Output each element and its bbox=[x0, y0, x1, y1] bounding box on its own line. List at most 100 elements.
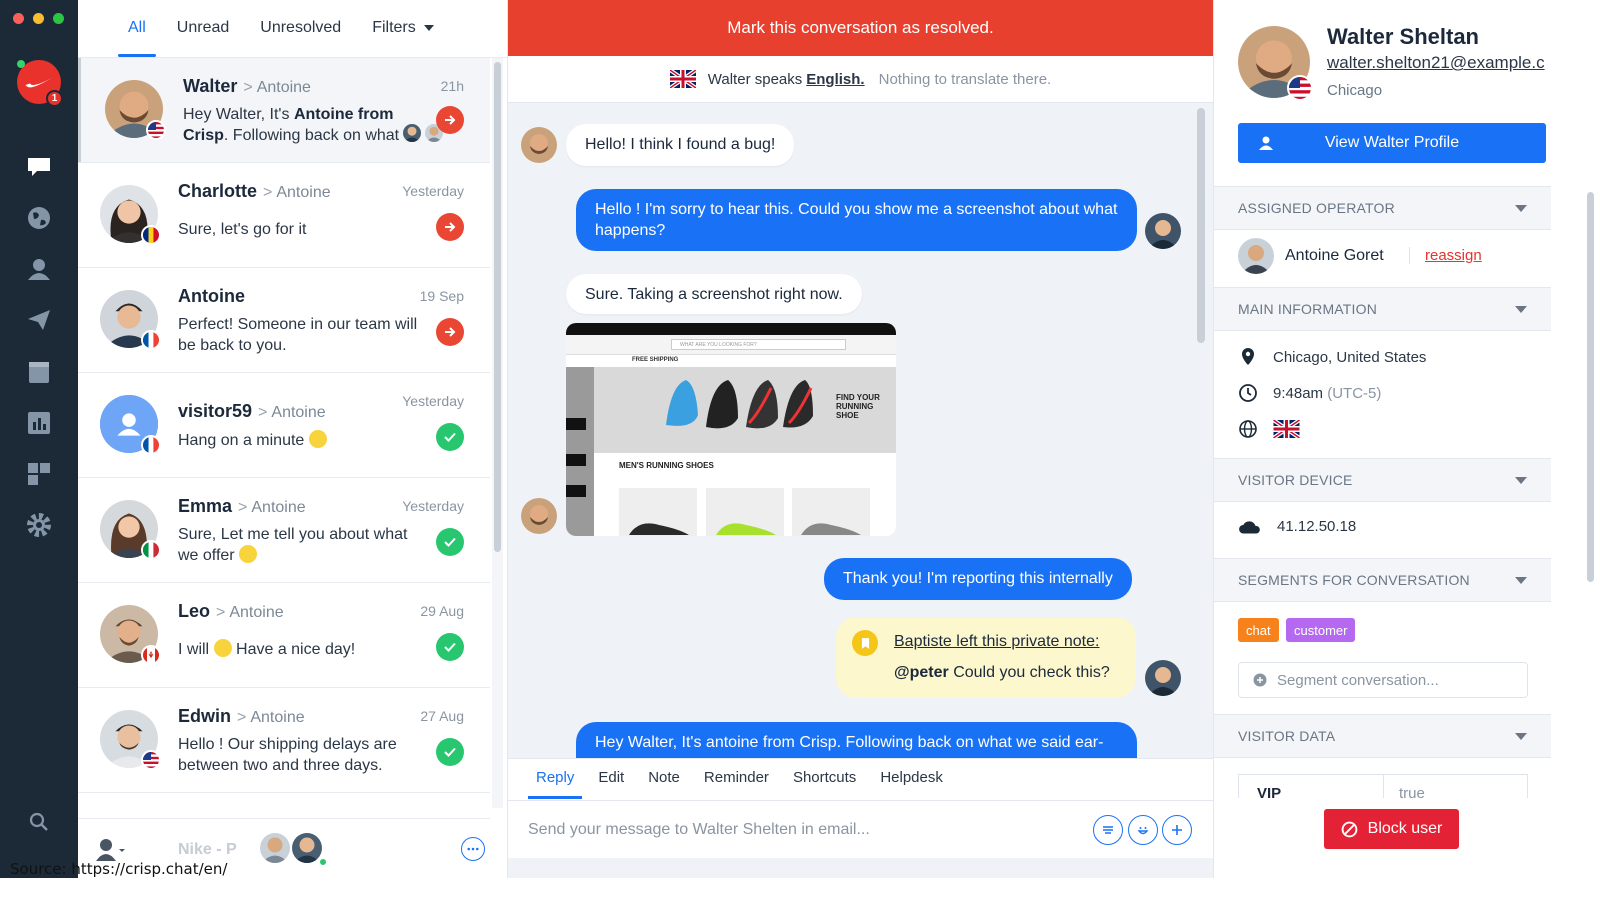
conversation-preview: Perfect! Someone in our team will be bac… bbox=[178, 316, 418, 354]
pending-status-icon[interactable] bbox=[436, 213, 464, 241]
operator-name: Antoine bbox=[271, 404, 326, 421]
conversation-item-antoine[interactable]: Antoine 19 Sep Perfect! Someone in our t… bbox=[78, 268, 490, 373]
availability-toggle-icon[interactable] bbox=[96, 837, 126, 861]
conversation-item-leo[interactable]: Leo > Antoine 29 Aug I will Have a nice da… bbox=[78, 583, 490, 688]
contact-name: visitor59 bbox=[178, 401, 253, 421]
pending-status-icon[interactable] bbox=[436, 106, 464, 134]
chevron-down-icon bbox=[1515, 205, 1527, 212]
conversation-name: visitor59 > Antoine bbox=[178, 401, 326, 421]
resolved-check-icon[interactable] bbox=[436, 633, 464, 661]
view-profile-button[interactable]: View Walter Profile bbox=[1238, 123, 1546, 163]
ip-address: 41.12.50.18 bbox=[1277, 518, 1357, 535]
globe-icon[interactable] bbox=[23, 202, 55, 234]
tab-unresolved[interactable]: Unresolved bbox=[260, 19, 341, 57]
conversation-item-emma[interactable]: Emma > Antoine Yesterday Sure, Let me tell… bbox=[78, 478, 490, 583]
language-link[interactable]: English. bbox=[806, 71, 864, 88]
section-visitor-data[interactable]: VISITOR DATA bbox=[1214, 714, 1551, 758]
tab-unread[interactable]: Unread bbox=[177, 19, 229, 57]
conversation-item-walter[interactable]: Walter > Antoine 21h Hey Walter, It's Anto… bbox=[78, 58, 490, 163]
screenshot-search: WHAT ARE YOU LOOKING FOR? bbox=[671, 339, 846, 350]
profile-scrollbar[interactable] bbox=[1587, 192, 1594, 582]
contact-name: Charlotte bbox=[178, 181, 258, 201]
conversation-name: Leo > Antoine bbox=[178, 601, 284, 621]
profile-email[interactable]: walter.shelton21@example.c bbox=[1327, 53, 1552, 73]
conversation-item-edwin[interactable]: Edwin > Antoine 27 Aug Hello ! Our shippin… bbox=[78, 688, 490, 793]
segment-chip-chat[interactable]: chat bbox=[1238, 618, 1279, 642]
ip-row: 41.12.50.18 bbox=[1238, 518, 1356, 535]
reassign-link[interactable]: reassign bbox=[1409, 247, 1482, 264]
resolve-banner[interactable]: Mark this conversation as resolved. bbox=[508, 0, 1213, 56]
search-icon[interactable] bbox=[23, 806, 55, 838]
section-segments[interactable]: SEGMENTS FOR CONVERSATION bbox=[1214, 558, 1551, 602]
more-options-icon[interactable] bbox=[461, 837, 485, 861]
screenshot-block bbox=[566, 454, 586, 466]
location-row: Chicago, United States bbox=[1238, 347, 1426, 367]
filters-label: Filters bbox=[372, 19, 416, 36]
conversation-item-visitor59[interactable]: visitor59 > Antoine Yesterday Hang on a mi… bbox=[78, 373, 490, 478]
plugins-icon[interactable] bbox=[23, 458, 55, 490]
local-time: 9:48am bbox=[1273, 384, 1324, 402]
preview-text: Hang on a minute bbox=[178, 432, 305, 449]
tab-filters[interactable]: Filters bbox=[372, 19, 434, 57]
settings-gear-icon[interactable] bbox=[23, 509, 55, 541]
conversation-item-charlotte[interactable]: Charlotte > Antoine Yesterday Sure, let's … bbox=[78, 163, 490, 268]
chevron-down-icon bbox=[1515, 577, 1527, 584]
conversation-name: Antoine bbox=[178, 286, 245, 307]
operator-avatar bbox=[258, 831, 292, 865]
segment-input[interactable]: Segment conversation... bbox=[1238, 662, 1528, 698]
assigned-operator-name: Antoine Goret bbox=[1285, 247, 1384, 264]
tab-all[interactable]: All bbox=[118, 19, 156, 57]
window-zoom-button[interactable] bbox=[53, 13, 64, 24]
conversation-name: Charlotte > Antoine bbox=[178, 181, 331, 201]
screenshot-topbar bbox=[566, 323, 896, 335]
note-title[interactable]: Baptiste left this private note: bbox=[894, 631, 1114, 652]
section-title: VISITOR DEVICE bbox=[1238, 472, 1353, 488]
shoes-image bbox=[666, 380, 813, 429]
france-flag-icon bbox=[141, 330, 161, 350]
pending-status-icon[interactable] bbox=[436, 318, 464, 346]
screenshot-sidebar bbox=[566, 367, 594, 536]
private-note: Baptiste left this private note: @peter … bbox=[836, 617, 1136, 698]
unread-badge: 1 bbox=[46, 90, 63, 107]
section-assigned-operator[interactable]: ASSIGNED OPERATOR bbox=[1214, 186, 1551, 230]
operator-name: Antoine bbox=[250, 709, 305, 726]
product-shoes-image bbox=[629, 523, 861, 535]
conversation-time: Yesterday bbox=[402, 183, 464, 199]
conversation-name: Emma > Antoine bbox=[178, 496, 306, 516]
contacts-icon[interactable] bbox=[23, 253, 55, 285]
user-icon bbox=[1259, 136, 1273, 150]
helpdesk-icon[interactable] bbox=[23, 356, 55, 388]
chat-scrollbar[interactable] bbox=[1197, 108, 1205, 343]
note-mention[interactable]: @peter bbox=[894, 664, 949, 681]
visitor-profile-panel: Walter Sheltan walter.shelton21@example.… bbox=[1213, 0, 1600, 878]
list-scrollbar[interactable] bbox=[494, 62, 501, 552]
us-flag-icon bbox=[141, 750, 161, 770]
campaigns-icon[interactable] bbox=[23, 304, 55, 336]
conversation-preview: Sure, Let me tell you about what we offe… bbox=[178, 524, 418, 566]
resolved-check-icon[interactable] bbox=[436, 528, 464, 556]
preview-text: I will bbox=[178, 641, 210, 658]
resolved-check-icon[interactable] bbox=[436, 738, 464, 766]
screenshot-section-title: MEN'S RUNNING SHOES bbox=[619, 461, 714, 470]
section-visitor-device[interactable]: VISITOR DEVICE bbox=[1214, 458, 1551, 502]
screenshot-attachment[interactable]: WHAT ARE YOU LOOKING FOR? FREE SHIPPING … bbox=[566, 323, 896, 536]
chat-icon[interactable] bbox=[23, 150, 55, 182]
smile-emoji-icon bbox=[239, 545, 258, 563]
profile-city: Chicago bbox=[1327, 82, 1383, 99]
message-bubble: Hey Walter, It's antoine from Crisp. Fol… bbox=[576, 722, 1137, 758]
window-minimize-button[interactable] bbox=[33, 13, 44, 24]
conversation-time: 29 Aug bbox=[420, 603, 464, 619]
section-main-information[interactable]: MAIN INFORMATION bbox=[1214, 287, 1551, 331]
segment-chip-customer[interactable]: customer bbox=[1286, 618, 1356, 642]
resolved-check-icon[interactable] bbox=[436, 423, 464, 451]
segment-placeholder: Segment conversation... bbox=[1277, 671, 1439, 689]
block-user-button[interactable]: Block user bbox=[1324, 809, 1459, 849]
list-tabs: All Unread Unresolved Filters bbox=[78, 0, 507, 58]
analytics-icon[interactable] bbox=[23, 407, 55, 439]
block-user-label: Block user bbox=[1367, 820, 1443, 837]
timezone: (UTC-5) bbox=[1327, 384, 1382, 402]
france-flag-icon bbox=[141, 435, 161, 455]
window-close-button[interactable] bbox=[13, 13, 24, 24]
conversation-preview: Hey Walter, It's Antoine from Crisp. Fol… bbox=[183, 104, 408, 146]
location-text: Chicago, United States bbox=[1273, 348, 1427, 366]
